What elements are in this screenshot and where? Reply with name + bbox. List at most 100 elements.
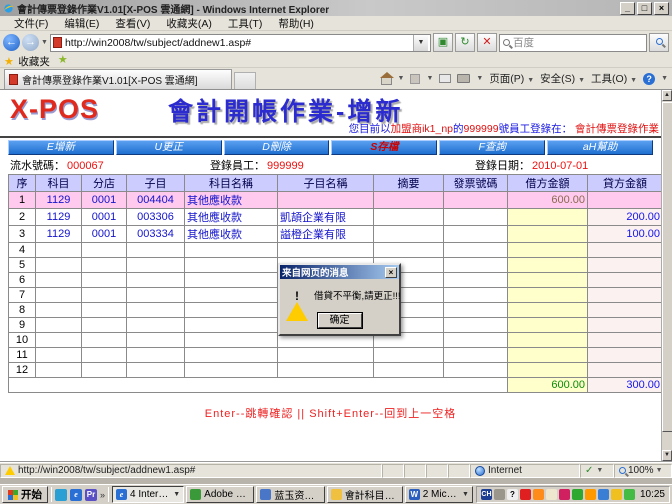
function-button-E增新[interactable]: E增新 (8, 140, 114, 155)
cell-summary[interactable] (374, 226, 444, 243)
cell-invoice[interactable] (444, 226, 508, 243)
qq-icon[interactable] (520, 489, 531, 500)
cell-subject_name[interactable] (185, 258, 278, 273)
shield-green-icon[interactable] (572, 489, 583, 500)
cell-sub_name[interactable] (278, 192, 374, 209)
task-button-0[interactable]: e4 Interne...▼ (112, 486, 184, 503)
task-button-1[interactable]: Adobe Drea... (186, 486, 254, 503)
function-button-U更正[interactable]: U更正 (116, 140, 222, 155)
cell-invoice[interactable] (444, 258, 508, 273)
protected-mode-segment[interactable]: ✓▼ (580, 464, 614, 478)
minimize-button[interactable]: _ (620, 2, 635, 15)
cell-credit[interactable] (588, 333, 663, 348)
home-icon[interactable] (381, 77, 392, 85)
menu-item-3[interactable]: 收藏夹(A) (158, 16, 220, 31)
help-tray-icon[interactable]: ? (507, 489, 518, 500)
cell-subject_name[interactable] (185, 273, 278, 288)
start-button[interactable]: 开始 (2, 486, 48, 503)
function-button-aH幫助[interactable]: aH幫助 (547, 140, 653, 155)
cell-invoice[interactable] (444, 363, 508, 378)
refresh-button[interactable]: ↻ (455, 33, 475, 52)
cell-seq[interactable]: 10 (9, 333, 36, 348)
safety-menu-button[interactable]: 安全(S) ▼ (540, 71, 585, 86)
read-mail-icon[interactable] (439, 74, 451, 83)
cell-sub_name[interactable]: 謚橙企業有限 (278, 226, 374, 243)
page-menu-button[interactable]: 页面(P) ▼ (489, 71, 534, 86)
cell-subject[interactable] (36, 348, 82, 363)
cell-seq[interactable]: 6 (9, 273, 36, 288)
task-group-dropdown-icon[interactable]: ▼ (462, 491, 469, 498)
cell-seq[interactable]: 1 (9, 192, 36, 209)
cell-credit[interactable] (588, 318, 663, 333)
cell-invoice[interactable] (444, 273, 508, 288)
cell-seq[interactable]: 8 (9, 303, 36, 318)
menu-item-5[interactable]: 帮助(H) (270, 16, 322, 31)
feeds-icon[interactable] (410, 74, 420, 84)
quick-launch-show-desktop-icon[interactable] (55, 489, 67, 501)
tab-accounting-entry[interactable]: 會計傳票登錄作業V1.01[X-POS 雲通網] (4, 69, 232, 89)
cell-branch[interactable] (82, 273, 127, 288)
cell-invoice[interactable] (444, 192, 508, 209)
cell-branch[interactable]: 0001 (82, 209, 127, 226)
cell-subject[interactable] (36, 318, 82, 333)
cell-credit[interactable]: 100.00 (588, 226, 663, 243)
cell-sub[interactable] (127, 273, 185, 288)
cell-subject[interactable] (36, 288, 82, 303)
cell-branch[interactable] (82, 333, 127, 348)
address-url[interactable]: http://win2008/tw/subject/addnew1.asp# (65, 37, 410, 49)
field-value[interactable]: 000067 (67, 160, 104, 172)
cell-subject_name[interactable] (185, 318, 278, 333)
cell-credit[interactable] (588, 258, 663, 273)
update-icon[interactable] (624, 489, 635, 500)
cell-branch[interactable] (82, 348, 127, 363)
cell-subject[interactable] (36, 258, 82, 273)
cell-seq[interactable]: 12 (9, 363, 36, 378)
cell-debit[interactable] (508, 288, 588, 303)
back-button[interactable]: ← (3, 34, 20, 51)
cell-invoice[interactable] (444, 303, 508, 318)
home-dropdown-icon[interactable]: ▼ (398, 75, 405, 82)
page-error-icon[interactable] (5, 466, 15, 475)
cell-invoice[interactable] (444, 318, 508, 333)
cell-subject_name[interactable]: 其他應收款 (185, 192, 278, 209)
cell-subject_name[interactable] (185, 303, 278, 318)
ball-orange-icon[interactable] (585, 489, 596, 500)
tools-menu-button[interactable]: 工具(O) ▼ (591, 71, 637, 86)
cell-seq[interactable]: 5 (9, 258, 36, 273)
menu-item-4[interactable]: 工具(T) (220, 16, 270, 31)
cell-seq[interactable]: 4 (9, 243, 36, 258)
function-button-F查詢[interactable]: F查詢 (439, 140, 545, 155)
printer-icon[interactable] (494, 489, 505, 500)
cell-subject[interactable]: 1129 (36, 209, 82, 226)
address-dropdown-icon[interactable]: ▼ (413, 35, 428, 51)
function-button-S存檔[interactable]: S存檔 (331, 140, 437, 155)
favorites-button[interactable]: ★ 收藏夹 (4, 52, 50, 70)
cell-debit[interactable] (508, 209, 588, 226)
cell-subject[interactable] (36, 273, 82, 288)
quick-launch-overflow-icon[interactable]: » (100, 490, 105, 500)
cell-summary[interactable] (374, 209, 444, 226)
cell-branch[interactable] (82, 363, 127, 378)
cell-credit[interactable] (588, 348, 663, 363)
cell-sub[interactable] (127, 333, 185, 348)
feeds-dropdown-icon[interactable]: ▼ (426, 75, 433, 82)
cell-summary[interactable] (374, 243, 444, 258)
zoom-control[interactable]: 100% ▼ (614, 464, 672, 478)
menu-item-1[interactable]: 编辑(E) (56, 16, 107, 31)
new-tab-stub[interactable] (234, 72, 256, 89)
cell-sub_name[interactable]: 凱頡企業有限 (278, 209, 374, 226)
recent-pages-dropdown-icon[interactable]: ▼ (41, 39, 48, 46)
cell-debit[interactable] (508, 318, 588, 333)
cell-subject_name[interactable] (185, 243, 278, 258)
task-button-4[interactable]: W2 Microso...▼ (405, 486, 473, 503)
cell-branch[interactable] (82, 318, 127, 333)
cell-debit[interactable] (508, 333, 588, 348)
quick-launch-ie-icon[interactable]: e (70, 489, 82, 501)
cell-subject[interactable] (36, 333, 82, 348)
address-bar[interactable]: http://win2008/tw/subject/addnew1.asp# ▼ (50, 34, 431, 52)
cell-sub[interactable] (127, 348, 185, 363)
cell-branch[interactable] (82, 243, 127, 258)
print-icon[interactable] (457, 74, 470, 83)
cell-subject_name[interactable]: 其他應收款 (185, 209, 278, 226)
cell-subject[interactable]: 1129 (36, 226, 82, 243)
